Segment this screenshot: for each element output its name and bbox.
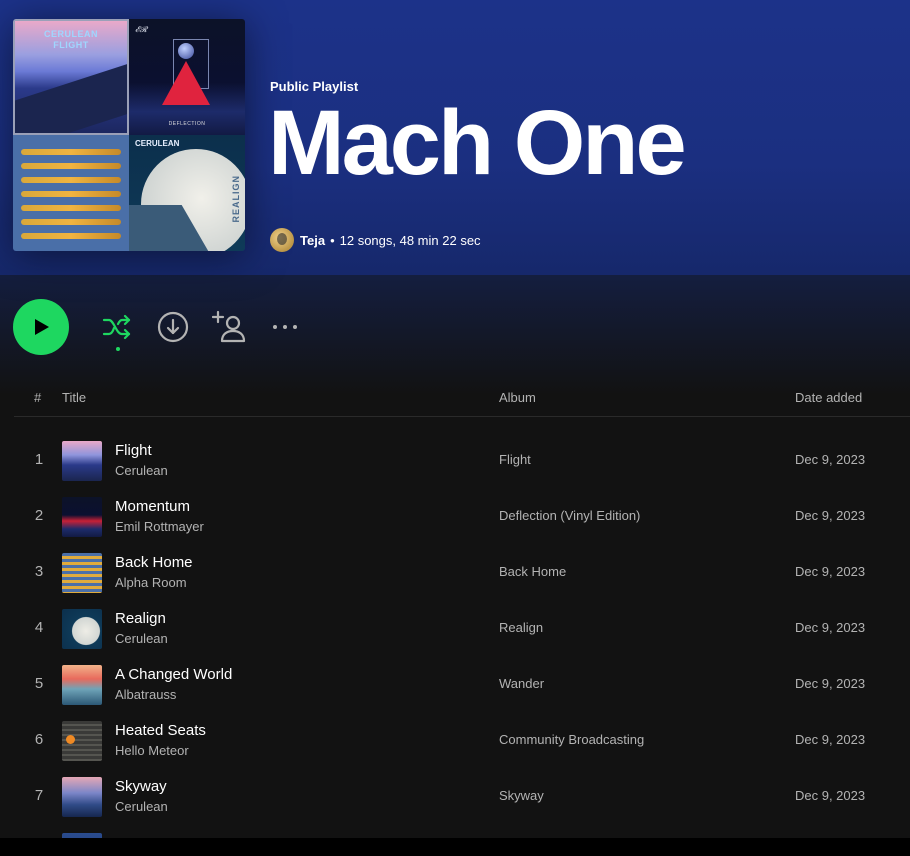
track-artist[interactable]: Cerulean <box>115 463 168 478</box>
date-added: Dec 9, 2023 <box>795 676 866 691</box>
table-row[interactable]: 2 Momentum Emil Rottmayer Deflection (Vi… <box>14 489 910 545</box>
table-row-partial[interactable] <box>14 825 910 838</box>
header-gradient <box>0 275 910 395</box>
track-artist[interactable]: Cerulean <box>115 631 168 646</box>
track-title[interactable]: Flight <box>115 442 152 459</box>
stripe <box>21 163 121 169</box>
cover-tile-realign: CERULEAN REALIGN <box>129 135 245 251</box>
track-album[interactable]: Realign <box>499 620 543 635</box>
wing-shape <box>15 58 127 133</box>
meta-separator: • <box>330 232 335 248</box>
track-number: 2 <box>34 507 44 524</box>
table-row[interactable]: 5 A Changed World Albatrauss Wander Dec … <box>14 657 910 713</box>
stripe <box>21 149 121 155</box>
date-added: Dec 9, 2023 <box>795 508 866 523</box>
date-added: Dec 9, 2023 <box>795 564 866 579</box>
owner-link[interactable]: Teja <box>300 233 325 248</box>
invite-collaborator-button[interactable] <box>212 310 246 344</box>
cover-text: FLIGHT <box>53 40 89 50</box>
track-number: 1 <box>34 451 44 468</box>
table-row[interactable]: 4 Realign Cerulean Realign Dec 9, 2023 <box>14 601 910 657</box>
cover-tile-deflection: 𝓔𝓡 DEFLECTION <box>129 19 245 135</box>
column-date-added[interactable]: Date added <box>795 390 862 405</box>
stripe <box>21 233 121 239</box>
moon-shape <box>178 43 194 59</box>
stripe <box>21 177 121 183</box>
column-number: # <box>34 390 42 405</box>
track-artist[interactable]: Alpha Room <box>115 575 187 590</box>
track-title[interactable]: Skyway <box>115 778 167 795</box>
download-icon <box>157 311 189 343</box>
playlist-meta: Teja • 12 songs, 48 min 22 sec <box>270 228 481 252</box>
cover-text: CERULEAN <box>135 139 180 148</box>
album-art <box>62 777 102 817</box>
album-art <box>62 553 102 593</box>
cover-tile-flight: CERULEAN FLIGHT <box>13 19 129 135</box>
stripe <box>21 191 121 197</box>
track-number: 5 <box>34 675 44 692</box>
track-title[interactable]: Realign <box>115 610 166 627</box>
album-art <box>62 441 102 481</box>
track-album[interactable]: Back Home <box>499 564 566 579</box>
track-title[interactable]: Momentum <box>115 498 190 515</box>
sun-shape <box>66 735 75 744</box>
track-number: 6 <box>34 731 44 748</box>
track-artist[interactable]: Cerulean <box>115 799 168 814</box>
track-title[interactable]: A Changed World <box>115 666 232 683</box>
shuffle-active-dot <box>116 347 120 351</box>
cover-tile-back-home <box>13 135 129 251</box>
playlist-stats: 12 songs, 48 min 22 sec <box>339 232 481 248</box>
track-album[interactable]: Skyway <box>499 788 544 803</box>
download-button[interactable] <box>156 310 190 344</box>
shuffle-button[interactable] <box>100 310 134 344</box>
date-added: Dec 9, 2023 <box>795 732 866 747</box>
track-album[interactable]: Wander <box>499 676 544 691</box>
album-art <box>62 721 102 761</box>
track-album[interactable]: Deflection (Vinyl Edition) <box>499 508 640 523</box>
track-table-header: # Title Album Date added <box>14 390 910 417</box>
play-icon <box>35 319 49 335</box>
stripe <box>21 219 121 225</box>
player-bar-edge <box>0 838 910 856</box>
avatar[interactable] <box>270 228 294 252</box>
track-album[interactable]: Flight <box>499 452 531 467</box>
date-added: Dec 9, 2023 <box>795 788 866 803</box>
track-album[interactable]: Community Broadcasting <box>499 732 644 747</box>
track-artist[interactable]: Emil Rottmayer <box>115 519 204 534</box>
signature-mark: 𝓔𝓡 <box>135 25 148 34</box>
track-title[interactable]: Back Home <box>115 554 193 571</box>
table-row[interactable]: 6 Heated Seats Hello Meteor Community Br… <box>14 713 910 769</box>
triangle-shape <box>162 61 210 105</box>
stripe <box>21 205 121 211</box>
play-button[interactable] <box>13 299 69 355</box>
column-album[interactable]: Album <box>499 390 536 405</box>
more-options-button[interactable] <box>268 310 302 344</box>
cover-text: DEFLECTION <box>168 121 206 127</box>
track-artist[interactable]: Albatrauss <box>115 687 176 702</box>
album-art <box>62 665 102 705</box>
column-title[interactable]: Title <box>62 390 86 405</box>
track-title[interactable]: Heated Seats <box>115 722 206 739</box>
album-art <box>62 609 102 649</box>
playlist-cover[interactable]: CERULEAN FLIGHT 𝓔𝓡 DEFLECTION CERULEAN R… <box>13 19 245 251</box>
page-title[interactable]: Mach One <box>268 97 687 189</box>
shuffle-icon <box>102 314 131 340</box>
date-added: Dec 9, 2023 <box>795 620 866 635</box>
date-added: Dec 9, 2023 <box>795 452 866 467</box>
track-number: 4 <box>34 619 44 636</box>
add-user-icon <box>212 310 246 343</box>
track-number: 3 <box>34 563 44 580</box>
track-artist[interactable]: Hello Meteor <box>115 743 189 758</box>
more-icon <box>273 325 297 329</box>
track-number: 7 <box>34 787 44 804</box>
table-row[interactable]: 1 Flight Cerulean Flight Dec 9, 2023 <box>14 433 910 489</box>
cover-vertical-text: REALIGN <box>231 175 241 223</box>
album-art <box>62 497 102 537</box>
cover-text: CERULEAN <box>43 29 98 39</box>
table-row[interactable]: 7 Skyway Cerulean Skyway Dec 9, 2023 <box>14 769 910 825</box>
table-row[interactable]: 3 Back Home Alpha Room Back Home Dec 9, … <box>14 545 910 601</box>
